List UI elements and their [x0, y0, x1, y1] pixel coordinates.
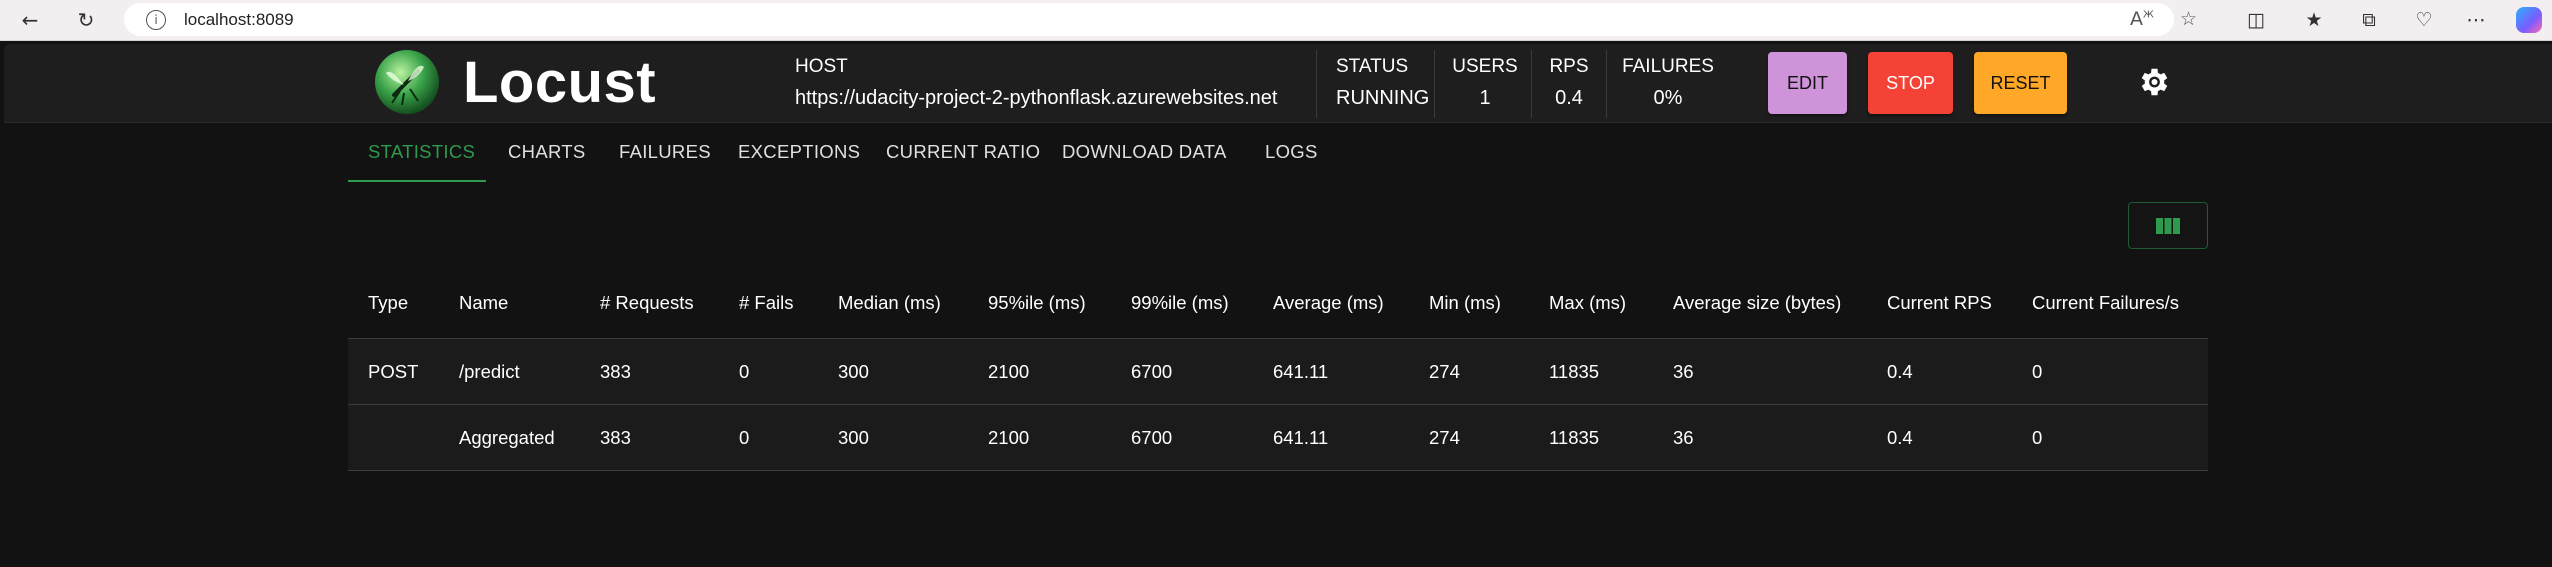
app-title: Locust	[463, 50, 657, 115]
failures-stat: FAILURES 0%	[1612, 56, 1724, 109]
columns-button[interactable]	[2128, 202, 2208, 249]
rps-label: RPS	[1549, 56, 1589, 77]
table-cell: 383	[600, 427, 631, 448]
column-header[interactable]: Min (ms)	[1429, 292, 1501, 314]
refresh-icon[interactable]: ↻	[70, 4, 102, 36]
stop-button[interactable]: STOP	[1868, 52, 1953, 114]
status-value: RUNNING	[1336, 87, 1430, 109]
header-divider	[1434, 50, 1435, 118]
column-header[interactable]: Name	[459, 292, 508, 314]
table-row: Aggregated 383 0 300 2100 6700 641.11 27…	[348, 405, 2208, 471]
tab-statistics[interactable]: STATISTICS	[368, 138, 475, 182]
table-cell: 11835	[1549, 427, 1600, 448]
column-header[interactable]: Type	[368, 292, 408, 314]
table-cell: 0	[2032, 427, 2043, 448]
column-header[interactable]: 95%ile (ms)	[988, 292, 1086, 314]
address-url[interactable]: localhost:8089	[184, 10, 294, 30]
table-cell: 6700	[1131, 427, 1173, 448]
table-cell: 641.11	[1273, 427, 1329, 448]
table-cell: 274	[1429, 427, 1460, 448]
copilot-icon[interactable]	[2516, 7, 2542, 33]
header-divider	[1606, 50, 1607, 118]
table-cell: POST	[368, 361, 419, 382]
table-cell: 0	[739, 361, 750, 382]
star-icon[interactable]: ☆	[2180, 8, 2197, 30]
split-screen-icon[interactable]: ◫	[2242, 6, 2270, 34]
host-stat: HOST https://udacity-project-2-pythonfla…	[795, 56, 1277, 109]
edit-button[interactable]: EDIT	[1768, 52, 1847, 114]
users-value: 1	[1479, 87, 1491, 109]
failures-label: FAILURES	[1622, 56, 1714, 77]
column-header[interactable]: Average size (bytes)	[1673, 292, 1841, 314]
tab-exceptions[interactable]: EXCEPTIONS	[738, 138, 860, 182]
gear-icon[interactable]	[2135, 64, 2171, 100]
read-aloud-icon[interactable]: AЖ	[2130, 8, 2154, 30]
column-header[interactable]: Max (ms)	[1549, 292, 1626, 314]
table-cell: 36	[1673, 361, 1694, 382]
browser-toolbar: ← ↻ i localhost:8089 AЖ ☆ ◫ ★ ⧉ ♡ ⋯	[0, 0, 2552, 41]
table-cell: 383	[600, 361, 631, 382]
users-stat: USERS 1	[1440, 56, 1530, 109]
table-cell: 36	[1673, 427, 1694, 448]
table-cell: 300	[838, 361, 869, 382]
statistics-table: Type Name # Requests # Fails Median (ms)…	[348, 272, 2208, 471]
favorites-icon[interactable]: ★	[2300, 6, 2328, 34]
table-cell: 11835	[1549, 361, 1600, 382]
table-cell: 2100	[988, 427, 1030, 448]
column-header[interactable]: # Fails	[739, 292, 794, 314]
table-row: POST /predict 383 0 300 2100 6700 641.11…	[348, 339, 2208, 405]
tab-download-data[interactable]: DOWNLOAD DATA	[1062, 138, 1227, 182]
table-cell: 6700	[1131, 361, 1173, 382]
active-tab-indicator	[348, 180, 486, 182]
table-cell: 300	[838, 427, 869, 448]
address-bar[interactable]: i localhost:8089	[124, 3, 2174, 36]
column-header[interactable]: 99%ile (ms)	[1131, 292, 1229, 314]
header-divider	[1316, 50, 1317, 118]
browser-essentials-icon[interactable]: ♡	[2410, 6, 2438, 34]
host-value: https://udacity-project-2-pythonflask.az…	[795, 87, 1278, 109]
status-label: STATUS	[1336, 56, 1409, 77]
table-cell: 641.11	[1273, 361, 1329, 382]
column-header[interactable]: # Requests	[600, 292, 694, 314]
rps-value: 0.4	[1555, 87, 1583, 109]
tab-charts[interactable]: CHARTS	[508, 138, 586, 182]
status-stat: STATUS RUNNING	[1336, 56, 1429, 109]
table-cell: 274	[1429, 361, 1460, 382]
collections-icon[interactable]: ⧉	[2355, 6, 2383, 34]
tab-failures[interactable]: FAILURES	[619, 138, 711, 182]
failures-value: 0%	[1653, 87, 1683, 109]
locust-logo-icon	[375, 50, 439, 114]
table-cell: 2100	[988, 361, 1030, 382]
table-cell: 0.4	[1887, 427, 1913, 448]
tab-logs[interactable]: LOGS	[1265, 138, 1318, 182]
tab-current-ratio[interactable]: CURRENT RATIO	[886, 138, 1040, 182]
table-cell: /predict	[459, 361, 520, 382]
column-header[interactable]: Current RPS	[1887, 292, 1992, 314]
reset-button[interactable]: RESET	[1974, 52, 2067, 114]
table-header-row: Type Name # Requests # Fails Median (ms)…	[348, 272, 2208, 339]
column-header[interactable]: Current Failures/s	[2032, 292, 2179, 314]
table-cell: Aggregated	[459, 427, 555, 448]
column-header[interactable]: Median (ms)	[838, 292, 941, 314]
users-label: USERS	[1452, 56, 1518, 77]
columns-icon	[2156, 217, 2180, 234]
table-cell: 0.4	[1887, 361, 1913, 382]
host-label: HOST	[795, 56, 848, 77]
back-arrow-icon[interactable]: ←	[14, 4, 46, 36]
rps-stat: RPS 0.4	[1532, 56, 1606, 109]
table-cell: 0	[2032, 361, 2043, 382]
table-cell: 0	[739, 427, 750, 448]
more-menu-icon[interactable]: ⋯	[2462, 6, 2490, 34]
info-icon[interactable]: i	[146, 9, 166, 30]
column-header[interactable]: Average (ms)	[1273, 292, 1384, 314]
